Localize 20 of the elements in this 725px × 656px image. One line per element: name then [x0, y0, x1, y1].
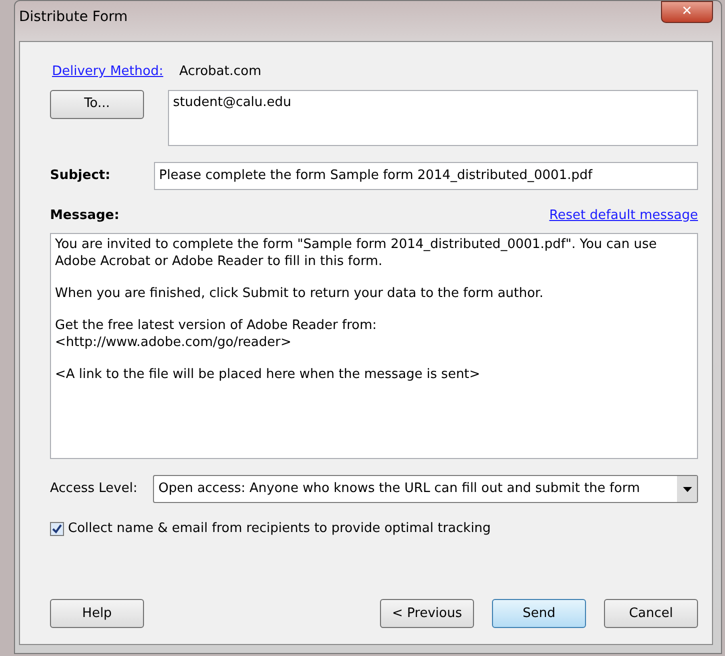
access-level-label: Access Level: — [50, 480, 138, 498]
subject-field[interactable]: Please complete the form Sample form 2014_distributed_0001.pdf — [154, 162, 698, 190]
dialog-button[interactable]: Cancel — [604, 599, 698, 628]
collect-label: Collect name & email from recipients to provide optimal tracking — [68, 520, 491, 538]
recipient-field[interactable]: student@calu.edu — [168, 90, 698, 146]
window-title: Distribute Form — [19, 8, 128, 27]
reset-message-link[interactable]: Reset default message — [549, 206, 698, 225]
dialog-button[interactable]: < Previous — [380, 599, 474, 628]
message-label: Message: — [50, 206, 120, 224]
delivery-method-value: Acrobat.com — [179, 63, 262, 81]
to-button[interactable]: To... — [50, 90, 144, 118]
dialog-button[interactable]: Send — [492, 599, 586, 628]
delivery-method-link[interactable]: Delivery Method: — [52, 62, 164, 82]
dialog-button[interactable]: Help — [50, 599, 144, 628]
message-field[interactable]: You are invited to complete the form "Sample form 2014_distributed_0001.pdf". You can use Adobe Acrobat or Adobe Reader to fill in this form. When you are finished, click Submit to return your data to the form author. Get the free latest version of Adobe Reader from: <http://www.adobe.com/go/reader> <A link to the file will be placed here when the message is sent> — [50, 233, 698, 459]
subject-label: Subject: — [50, 166, 112, 185]
access-level-dropdown[interactable]: Open access: Anyone who knows the URL can fill out and submit the form — [153, 475, 698, 503]
checkmark-icon — [52, 524, 62, 534]
collect-checkbox[interactable] — [50, 522, 64, 536]
dropdown-arrow-icon — [682, 486, 692, 492]
